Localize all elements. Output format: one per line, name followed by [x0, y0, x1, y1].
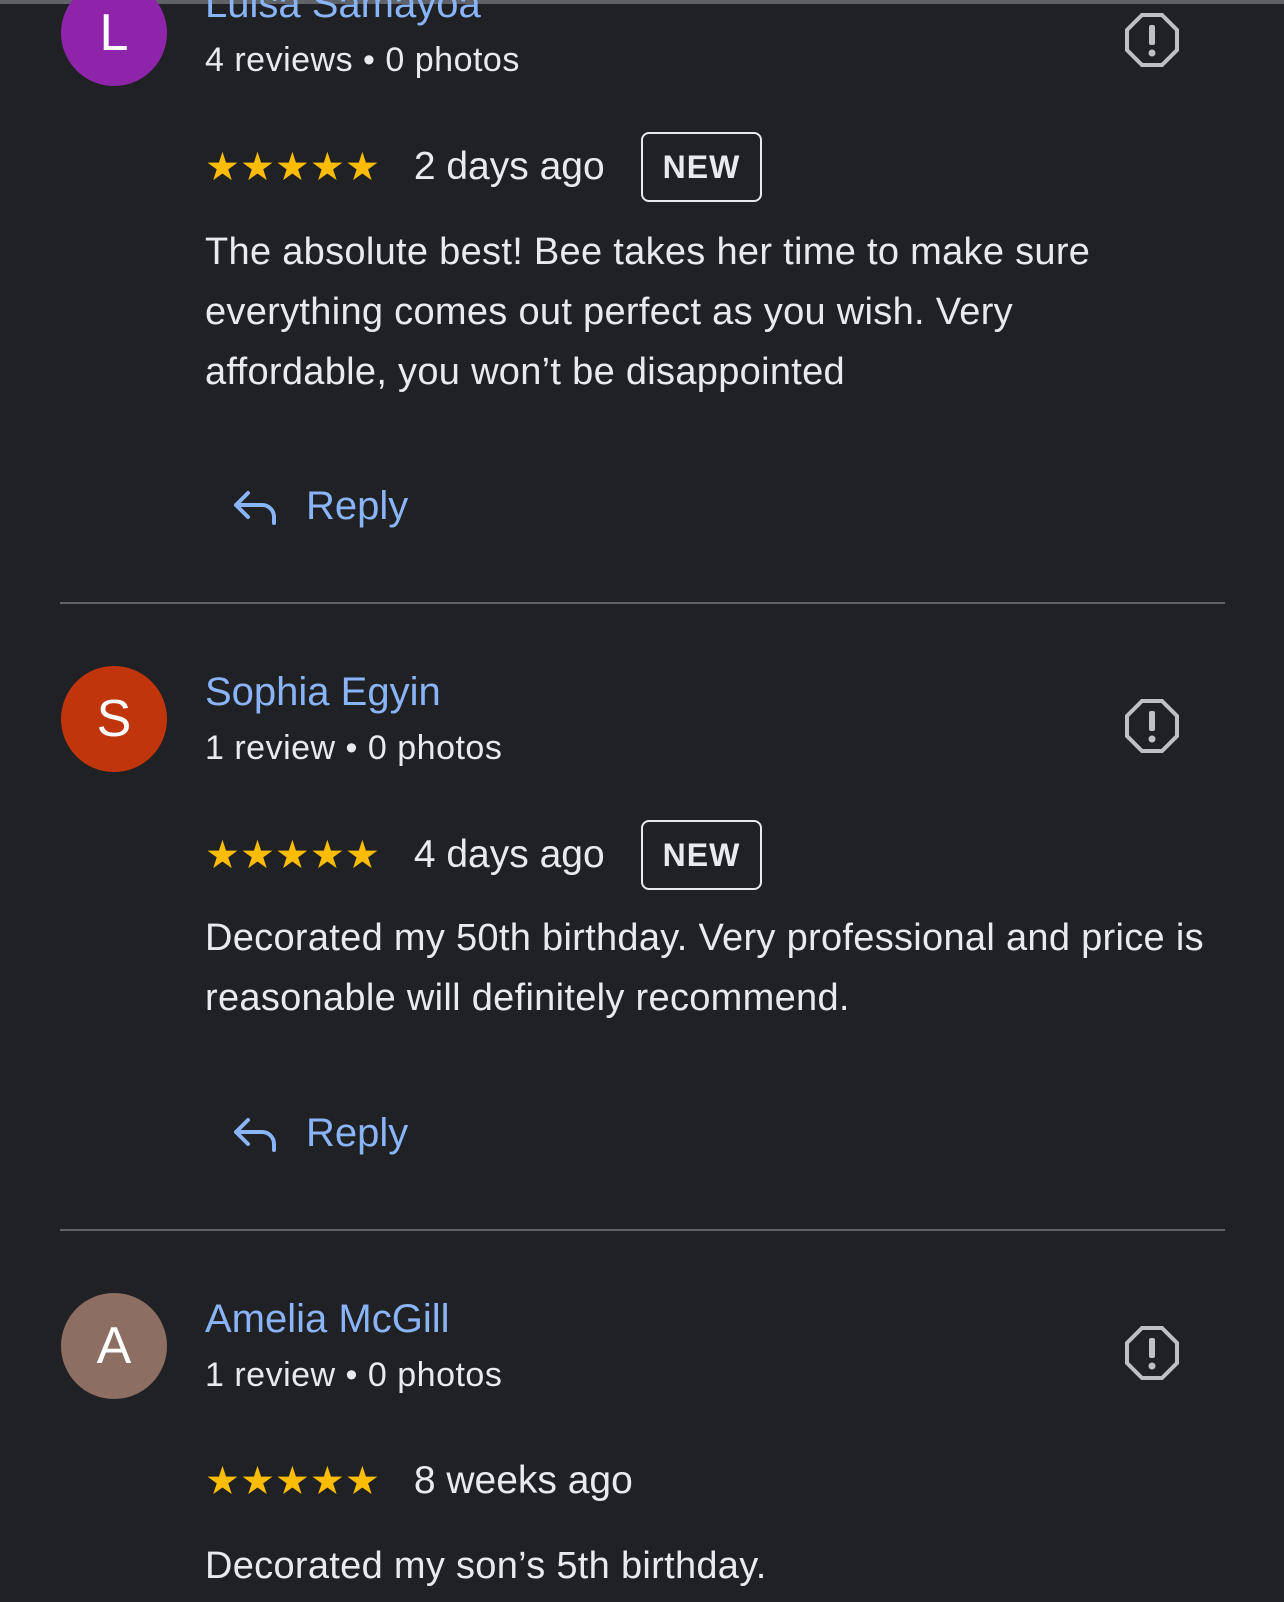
reply-button[interactable]: Reply — [232, 484, 408, 529]
star-rating: ★★★★★ — [205, 1459, 380, 1503]
review-text: Decorated my son’s 5th birthday. — [205, 1545, 767, 1587]
rating-row: ★★★★★ 4 days ago NEW — [205, 818, 763, 892]
report-flag-icon[interactable] — [1124, 12, 1180, 68]
rating-row: ★★★★★ 2 days ago NEW — [205, 130, 763, 204]
reply-label: Reply — [306, 1111, 409, 1155]
star-rating: ★★★★★ — [205, 833, 380, 877]
reply-arrow-icon — [234, 490, 276, 525]
review-text: Decorated my 50th birthday. Very profess… — [205, 917, 1204, 1019]
reply-label: Reply — [306, 484, 409, 528]
report-flag-icon[interactable] — [1124, 698, 1180, 754]
review-text: The absolute best! Bee takes her time to… — [205, 231, 1091, 393]
reviewer-meta: 1 review • 0 photos — [205, 1356, 503, 1394]
reviewer-meta: 4 reviews • 0 photos — [205, 41, 520, 79]
avatar[interactable]: S — [61, 666, 167, 772]
avatar[interactable]: A — [61, 1293, 167, 1399]
star-rating: ★★★★★ — [205, 145, 380, 189]
reply-arrow-icon — [234, 1117, 276, 1152]
review-divider — [60, 602, 1225, 604]
review-date: 4 days ago — [413, 833, 605, 876]
reviewer-name[interactable]: Sophia Egyin — [205, 670, 441, 715]
review-date: 8 weeks ago — [413, 1459, 633, 1502]
new-badge: NEW — [640, 132, 763, 202]
review-divider — [60, 1229, 1225, 1231]
reviewer-meta: 1 review • 0 photos — [205, 729, 503, 767]
reviewer-name[interactable]: Amelia McGill — [205, 1297, 449, 1342]
top-edge-divider — [0, 0, 1284, 4]
review-date: 2 days ago — [413, 145, 605, 188]
reply-button[interactable]: Reply — [232, 1111, 408, 1156]
reviewer-name[interactable]: Luisa Samayoa — [205, 0, 481, 27]
avatar[interactable]: L — [61, 0, 167, 86]
new-badge: NEW — [640, 820, 763, 890]
report-flag-icon[interactable] — [1124, 1325, 1180, 1381]
rating-row: ★★★★★ 8 weeks ago — [205, 1444, 633, 1518]
